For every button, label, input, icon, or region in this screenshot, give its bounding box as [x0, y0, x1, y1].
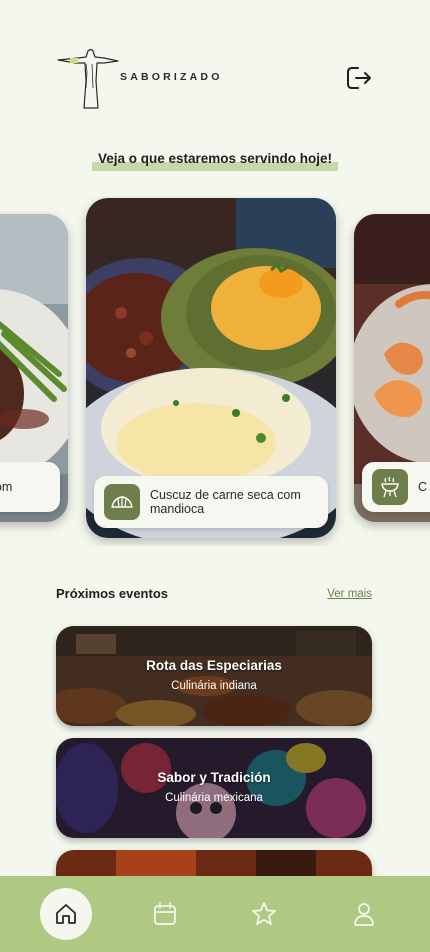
see-more-link[interactable]: Ver mais — [327, 588, 372, 600]
christ-the-redeemer-logo — [57, 48, 119, 109]
event-title: Rota das Especiarias — [146, 658, 282, 673]
event-subtitle: Culinária mexicana — [165, 792, 263, 804]
event-card-mexican[interactable]: Sabor y Tradición Culinária mexicana — [56, 738, 372, 838]
home-icon — [56, 904, 76, 924]
dish-card-next[interactable]: C m — [354, 214, 430, 522]
event-shade — [56, 626, 372, 726]
dish-caption-next: C m — [362, 462, 430, 512]
headline: Veja o que estaremos servindo hoje! — [91, 151, 339, 171]
event-card-spices[interactable]: Rota das Especiarias Culinária indiana — [56, 626, 372, 726]
event-shade — [56, 738, 372, 838]
nav-favorites[interactable] — [238, 888, 290, 940]
dish-card-featured[interactable]: Cuscuz de carne seca com mandioca — [86, 198, 336, 538]
calendar-icon — [154, 902, 176, 925]
event-subtitle: Culinária indiana — [171, 680, 257, 692]
bottom-nav — [0, 876, 430, 952]
brand-name: SABORIZADO — [120, 71, 223, 83]
event-title: Sabor y Tradición — [157, 770, 271, 785]
dish-caption-featured: Cuscuz de carne seca com mandioca — [94, 476, 328, 528]
headline-container: Veja o que estaremos servindo hoje! — [0, 150, 430, 171]
user-icon — [354, 903, 374, 926]
events-title: Próximos eventos — [56, 586, 168, 601]
nav-profile[interactable] — [338, 888, 390, 940]
dish-caption-previous: ca com — [0, 462, 60, 512]
dish-carousel[interactable]: ca com — [0, 196, 430, 546]
dish-card-previous[interactable]: ca com — [0, 214, 68, 522]
logout-icon[interactable] — [344, 64, 374, 92]
dish-caption-text-featured: Cuscuz de carne seca com mandioca — [150, 488, 301, 516]
star-icon — [252, 902, 276, 925]
croissant-icon — [104, 484, 140, 520]
nav-home[interactable] — [40, 888, 92, 940]
dish-caption-text-previous: ca com — [0, 480, 13, 494]
app-header: SABORIZADO — [0, 0, 430, 130]
nav-calendar[interactable] — [139, 888, 191, 940]
dish-caption-text-next: C m — [418, 480, 430, 494]
grill-icon — [372, 469, 408, 505]
